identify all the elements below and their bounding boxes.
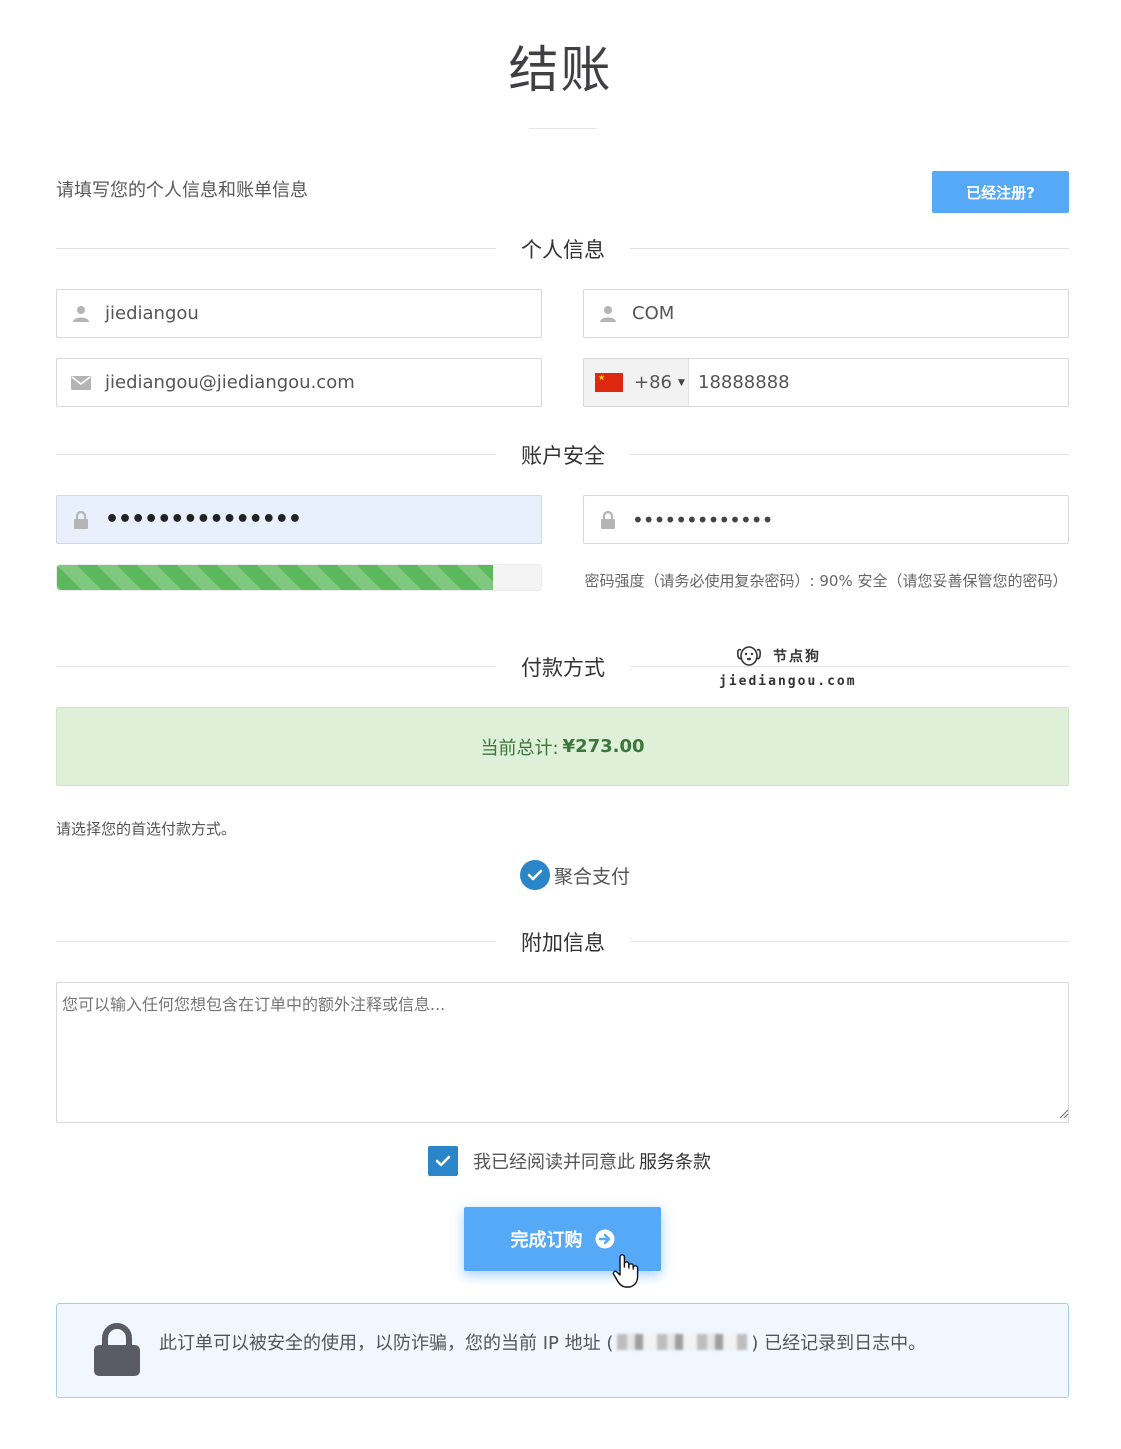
padlock-icon bbox=[94, 1323, 140, 1376]
intro-text: 请填写您的个人信息和账单信息 bbox=[56, 180, 308, 201]
section-divider-right bbox=[630, 454, 1069, 455]
china-flag-icon: ★ bbox=[595, 373, 623, 392]
title-divider bbox=[529, 128, 597, 129]
section-divider-left bbox=[56, 666, 496, 667]
section-title-account-security: 账户安全 bbox=[521, 444, 605, 468]
resize-handle-icon[interactable] bbox=[1057, 1107, 1069, 1119]
password-strength-fill bbox=[57, 565, 493, 590]
first-name-value: jiediangou bbox=[105, 303, 199, 324]
section-divider-right bbox=[630, 941, 1069, 942]
security-notice-prefix: 此订单可以被安全的使用，以防诈骗，您的当前 IP 地址 ( bbox=[159, 1333, 614, 1354]
payment-option-aggregated[interactable]: 聚合支付 bbox=[520, 860, 630, 890]
email-field[interactable]: jiediangou@jiediangou.com bbox=[56, 358, 542, 407]
terms-link[interactable]: 服务条款 bbox=[639, 1148, 711, 1174]
user-icon bbox=[57, 305, 105, 323]
security-notice: 此订单可以被安全的使用，以防诈骗，您的当前 IP 地址 ( ) 已经记录到日志中… bbox=[56, 1303, 1069, 1398]
caret-down-icon: ▼ bbox=[678, 377, 685, 388]
section-title-additional-info: 附加信息 bbox=[521, 931, 605, 955]
ip-address-redacted bbox=[617, 1334, 748, 1350]
hand-cursor-icon bbox=[612, 1254, 639, 1288]
order-total-box: 当前总计: ¥273.00 bbox=[56, 707, 1069, 786]
payment-method-hint: 请选择您的首选付款方式。 bbox=[56, 820, 237, 838]
section-divider-left bbox=[56, 248, 496, 249]
email-value: jiediangou@jiediangou.com bbox=[105, 372, 355, 393]
user-icon bbox=[584, 305, 632, 323]
section-title-payment-method: 付款方式 bbox=[521, 656, 605, 680]
terms-agreement: 我已经阅读并同意此 服务条款 bbox=[428, 1146, 711, 1176]
total-label: 当前总计: bbox=[480, 737, 559, 759]
terms-text: 我已经阅读并同意此 bbox=[473, 1152, 635, 1173]
arrow-circle-right-icon bbox=[595, 1229, 614, 1249]
security-notice-suffix: ) 已经记录到日志中。 bbox=[751, 1333, 927, 1354]
order-notes-textarea[interactable] bbox=[56, 982, 1069, 1123]
terms-checkbox[interactable] bbox=[428, 1146, 458, 1176]
section-divider-left bbox=[56, 454, 496, 455]
first-name-field[interactable]: jiediangou bbox=[56, 289, 542, 338]
dog-logo-icon bbox=[737, 646, 761, 666]
already-registered-button[interactable]: 已经注册? bbox=[932, 171, 1069, 213]
last-name-field[interactable]: COM bbox=[583, 289, 1069, 338]
confirm-password-field[interactable]: ••••••••••••• bbox=[583, 495, 1069, 544]
section-divider-right bbox=[630, 248, 1069, 249]
country-code: +86 bbox=[634, 372, 672, 393]
section-divider-left bbox=[56, 941, 496, 942]
complete-order-label: 完成订购 bbox=[510, 1230, 583, 1251]
confirm-password-value: ••••••••••••• bbox=[632, 507, 773, 532]
section-title-personal-info: 个人信息 bbox=[521, 238, 605, 262]
envelope-icon bbox=[57, 375, 105, 390]
watermark-brand: 节点狗 bbox=[773, 649, 821, 665]
last-name-value: COM bbox=[632, 303, 675, 324]
watermark: 节点狗 jiediangou.com bbox=[719, 644, 859, 689]
checkmark-icon[interactable] bbox=[520, 860, 550, 890]
password-field[interactable]: ••••••••••••••• bbox=[56, 495, 542, 544]
password-strength-text: 密码强度（请务必使用复杂密码）: 90% 安全（请您妥善保管您的密码） bbox=[584, 572, 1068, 590]
phone-field[interactable]: ★ +86 ▼ 18888888 bbox=[583, 358, 1069, 407]
phone-number-value: 18888888 bbox=[698, 372, 790, 393]
password-strength-bar bbox=[56, 564, 542, 591]
page-title: 结账 bbox=[508, 41, 613, 99]
total-value: ¥273.00 bbox=[562, 736, 645, 757]
country-code-selector[interactable]: ★ +86 ▼ bbox=[584, 359, 689, 406]
lock-icon bbox=[57, 510, 105, 529]
password-value: ••••••••••••••• bbox=[105, 507, 302, 532]
lock-icon bbox=[584, 510, 632, 529]
payment-option-label: 聚合支付 bbox=[554, 865, 631, 888]
watermark-url: jiediangou.com bbox=[719, 674, 857, 689]
